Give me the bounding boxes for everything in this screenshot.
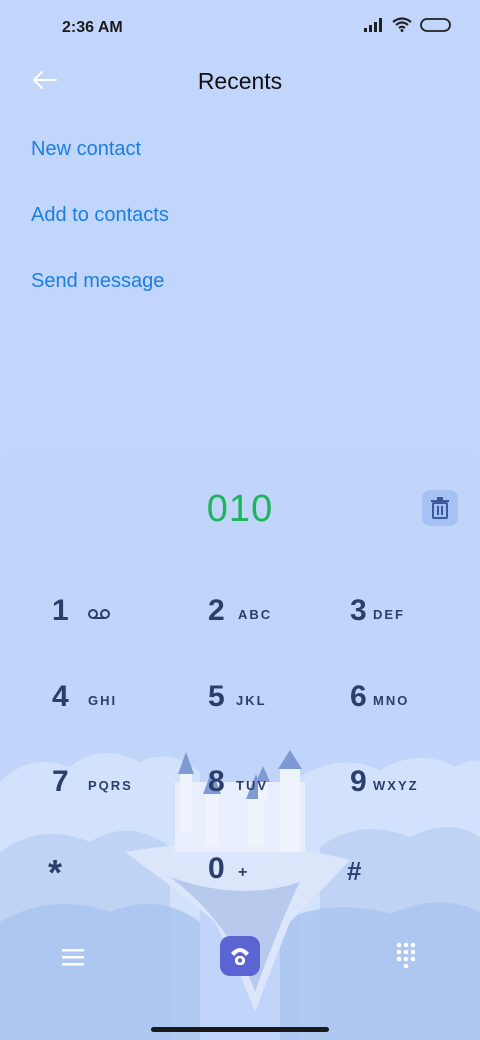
call-button[interactable]	[220, 936, 260, 976]
home-indicator[interactable]	[151, 1027, 329, 1032]
key-letters: +	[238, 864, 250, 881]
key-digit: 0	[208, 852, 225, 885]
header: Recents	[0, 56, 480, 106]
key-letters: DEF	[373, 607, 405, 622]
key-star[interactable]: *	[48, 852, 188, 922]
key-4[interactable]: 4 GHI	[52, 680, 192, 750]
key-digit: 2	[208, 594, 225, 627]
key-digit: 4	[52, 680, 69, 713]
key-6[interactable]: 6 MNO	[350, 680, 480, 750]
key-letters: WXYZ	[373, 778, 419, 793]
status-icons	[364, 17, 452, 32]
key-digit: 5	[208, 680, 225, 713]
options-menu: New contact Add to contacts Send message	[31, 118, 169, 316]
trash-icon	[431, 497, 449, 519]
key-digit: 1	[52, 594, 69, 627]
delete-button[interactable]	[422, 490, 458, 526]
key-digit: 3	[350, 594, 367, 627]
key-5[interactable]: 5 JKL	[208, 680, 348, 750]
key-digit: 8	[208, 765, 225, 798]
key-letters: PQRS	[88, 778, 133, 793]
key-digit: *	[48, 852, 63, 893]
new-contact-link[interactable]: New contact	[31, 118, 169, 184]
key-0[interactable]: 0 +	[208, 852, 348, 922]
key-letters: JKL	[236, 693, 267, 708]
phone-icon	[231, 948, 249, 965]
menu-icon[interactable]	[62, 948, 84, 966]
key-3[interactable]: 3 DEF	[350, 594, 480, 664]
key-digit: #	[347, 856, 362, 886]
bottom-bar	[0, 934, 480, 994]
voicemail-icon	[88, 609, 110, 619]
key-9[interactable]: 9 WXYZ	[350, 765, 480, 835]
key-letters: GHI	[88, 693, 118, 708]
key-letters: ABC	[238, 607, 273, 622]
dialed-number: 010	[206, 488, 274, 530]
dialpad-icon[interactable]	[396, 942, 416, 970]
add-to-contacts-link[interactable]: Add to contacts	[31, 184, 169, 250]
key-digit: 6	[350, 680, 367, 713]
page-title: Recents	[197, 68, 283, 94]
key-7[interactable]: 7 PQRS	[52, 765, 192, 835]
key-digit: 9	[350, 765, 367, 798]
signal-icon	[364, 17, 382, 32]
dial-panel: 010 1 2 ABC 3 DEF 4 GHI 5 JKL 6 MNO 7 PQ…	[0, 452, 480, 1040]
key-letters: TUV	[236, 778, 268, 793]
key-8[interactable]: 8 TUV	[208, 765, 348, 835]
key-digit: 7	[52, 765, 69, 798]
key-2[interactable]: 2 ABC	[208, 594, 348, 664]
status-bar: 2:36 AM	[0, 0, 480, 56]
status-time: 2:36 AM	[62, 19, 123, 36]
key-hash[interactable]: #	[347, 852, 480, 922]
key-1[interactable]: 1	[52, 594, 192, 664]
wifi-icon	[392, 17, 412, 32]
send-message-link[interactable]: Send message	[31, 250, 169, 316]
battery-icon	[420, 17, 451, 32]
key-letters: MNO	[373, 693, 410, 708]
